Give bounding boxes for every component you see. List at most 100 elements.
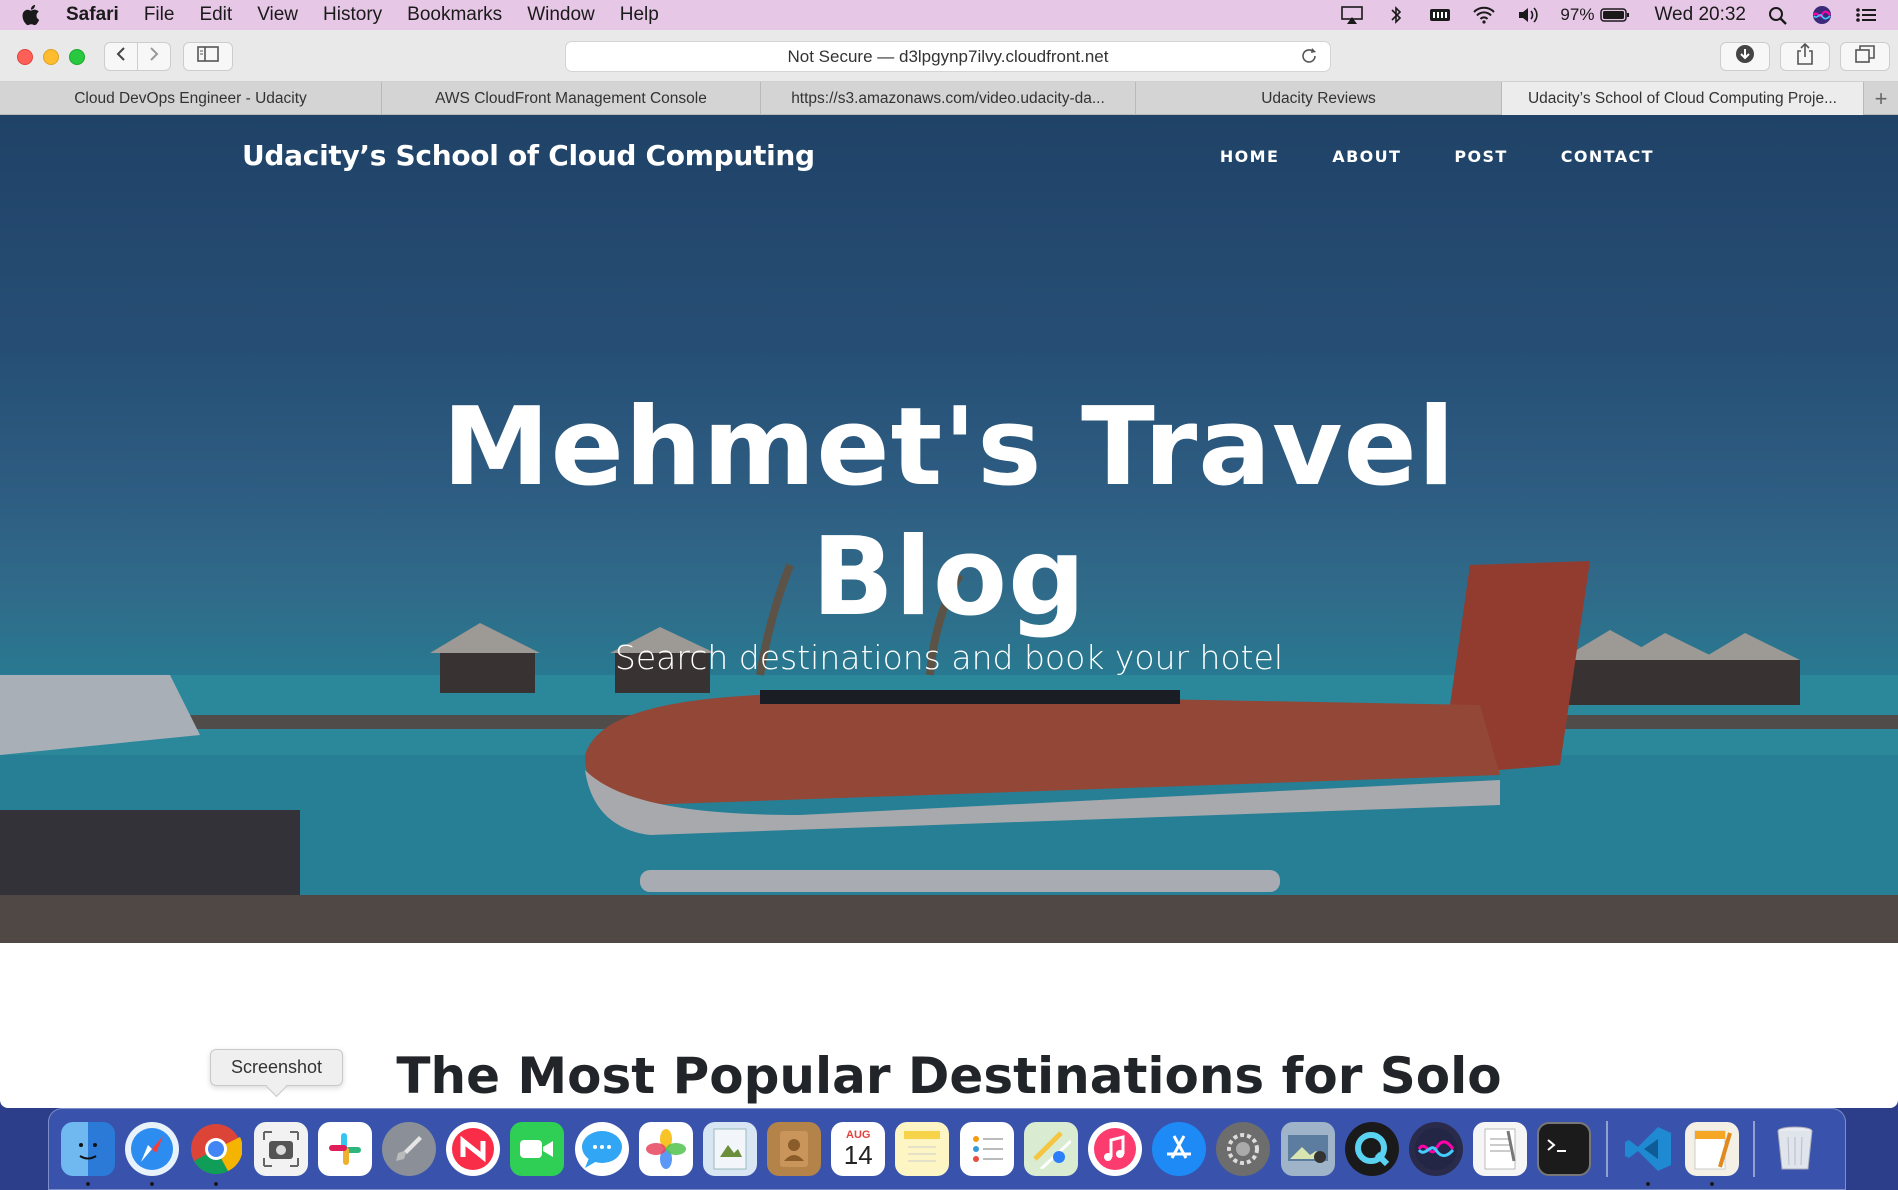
tab-overview-button[interactable] <box>1840 42 1890 71</box>
siri-icon[interactable] <box>1810 5 1834 25</box>
share-button[interactable] <box>1780 42 1830 71</box>
chrome-icon[interactable] <box>189 1122 243 1186</box>
reminders-icon[interactable] <box>959 1122 1014 1176</box>
menu-help[interactable]: Help <box>620 4 659 26</box>
calendar-day: 14 <box>843 1140 873 1170</box>
battery-icon[interactable] <box>1600 5 1630 25</box>
apple-icon[interactable] <box>22 4 42 26</box>
notification-center-icon[interactable] <box>1854 5 1878 25</box>
finder-icon[interactable] <box>61 1122 115 1186</box>
pages-icon[interactable] <box>1684 1122 1739 1186</box>
nav-post[interactable]: POST <box>1454 147 1507 166</box>
menu-history[interactable]: History <box>323 4 382 26</box>
tab-label: Udacity Reviews <box>1261 89 1376 107</box>
bluetooth-icon[interactable] <box>1384 5 1408 25</box>
news-icon[interactable] <box>446 1122 501 1176</box>
menu-clock[interactable]: Wed 20:32 <box>1654 4 1746 26</box>
wifi-icon[interactable] <box>1472 5 1496 25</box>
maps-icon[interactable] <box>1023 1122 1078 1176</box>
share-icon <box>1796 42 1814 71</box>
main-nav: HOME ABOUT POST CONTACT <box>1167 147 1654 166</box>
tabs-icon <box>1855 44 1875 69</box>
tab-label: Udacity’s School of Cloud Computing Proj… <box>1527 89 1837 107</box>
running-indicator <box>214 1182 219 1186</box>
textedit-icon[interactable] <box>1473 1122 1528 1176</box>
sidebar-toggle-button[interactable] <box>183 42 233 71</box>
close-window-button[interactable] <box>17 49 33 65</box>
running-indicator <box>86 1182 90 1186</box>
app-store-icon[interactable] <box>1152 1122 1207 1176</box>
dock-tooltip: Screenshot <box>210 1049 343 1086</box>
spotlight-search-icon[interactable] <box>1766 5 1790 25</box>
address-text: Not Secure — d3lpgynp7ilvy.cloudfront.ne… <box>787 46 1109 66</box>
menu-bar: Safari File Edit View History Bookmarks … <box>0 0 1898 30</box>
memory-icon[interactable] <box>1428 5 1452 25</box>
screenshot-icon[interactable] <box>253 1122 308 1176</box>
siri-dock-icon[interactable] <box>1408 1122 1463 1176</box>
airplay-icon[interactable] <box>1340 5 1364 25</box>
zoom-window-button[interactable] <box>69 49 85 65</box>
menu-view[interactable]: View <box>257 4 298 26</box>
system-preferences-icon[interactable] <box>1216 1122 1271 1176</box>
messages-icon[interactable] <box>574 1122 629 1176</box>
music-icon[interactable] <box>1088 1122 1142 1176</box>
tab-cloudfront-console[interactable]: AWS CloudFront Management Console <box>382 82 761 115</box>
tab-label: Cloud DevOps Engineer - Udacity <box>74 89 307 107</box>
hero-subtitle: Search destinations and book your hotel <box>614 638 1284 677</box>
image-capture-icon[interactable] <box>1280 1122 1335 1176</box>
dock: AUG 14 <box>48 1108 1846 1190</box>
hero-section: Udacity’s School of Cloud Computing HOME… <box>0 115 1898 943</box>
download-icon <box>1735 44 1755 70</box>
hero-title-line2: Blog <box>811 515 1087 640</box>
tab-bar: Cloud DevOps Engineer - Udacity AWS Clou… <box>0 82 1898 115</box>
volume-icon[interactable] <box>1516 5 1540 25</box>
browser-toolbar: Not Secure — d3lpgynp7ilvy.cloudfront.ne… <box>0 30 1898 82</box>
nav-contact[interactable]: CONTACT <box>1561 147 1654 166</box>
quicktime-icon[interactable] <box>1344 1122 1399 1176</box>
preview-icon[interactable] <box>702 1122 757 1176</box>
address-bar[interactable]: Not Secure — d3lpgynp7ilvy.cloudfront.ne… <box>565 41 1331 72</box>
vscode-icon[interactable] <box>1621 1122 1675 1186</box>
plus-icon: + <box>1874 85 1888 111</box>
safari-icon[interactable] <box>125 1122 180 1186</box>
new-tab-button[interactable]: + <box>1864 82 1898 115</box>
slack-icon[interactable] <box>317 1122 372 1176</box>
calendar-icon[interactable]: AUG 14 <box>831 1122 886 1176</box>
photos-icon[interactable] <box>638 1122 693 1176</box>
menu-file[interactable]: File <box>144 4 175 26</box>
menu-bookmarks[interactable]: Bookmarks <box>407 4 502 26</box>
dock-separator <box>1605 1121 1608 1177</box>
site-brand[interactable]: Udacity’s School of Cloud Computing <box>242 139 815 172</box>
tab-s3-video[interactable]: https://s3.amazonaws.com/video.udacity-d… <box>761 82 1136 115</box>
running-indicator <box>150 1182 155 1186</box>
minimize-window-button[interactable] <box>43 49 59 65</box>
back-button[interactable] <box>104 42 138 71</box>
battery-percent: 97% <box>1560 5 1595 24</box>
running-indicator <box>1709 1182 1714 1186</box>
running-indicator <box>1645 1182 1650 1186</box>
terminal-icon[interactable] <box>1537 1122 1592 1176</box>
reload-icon[interactable] <box>1300 47 1318 70</box>
forward-button[interactable] <box>137 42 171 71</box>
dock-separator <box>1752 1121 1755 1177</box>
tab-udacity-reviews[interactable]: Udacity Reviews <box>1136 82 1502 115</box>
tab-cloud-computing-project[interactable]: Udacity’s School of Cloud Computing Proj… <box>1502 82 1864 115</box>
chevron-left-icon <box>115 45 127 68</box>
launchpad-icon[interactable] <box>381 1122 436 1176</box>
chevron-right-icon <box>148 45 160 68</box>
nav-home[interactable]: HOME <box>1220 147 1279 166</box>
facetime-icon[interactable] <box>510 1122 565 1176</box>
menu-window[interactable]: Window <box>527 4 595 26</box>
menu-app-name[interactable]: Safari <box>66 4 119 26</box>
contacts-icon[interactable] <box>767 1122 822 1176</box>
web-page: Udacity’s School of Cloud Computing HOME… <box>0 115 1898 1108</box>
tab-cloud-devops[interactable]: Cloud DevOps Engineer - Udacity <box>0 82 382 115</box>
hero-title-line1: Mehmet's Travel <box>442 385 1456 510</box>
tab-label: https://s3.amazonaws.com/video.udacity-d… <box>791 89 1105 107</box>
notes-icon[interactable] <box>895 1122 950 1176</box>
menu-edit[interactable]: Edit <box>199 4 232 26</box>
nav-about[interactable]: ABOUT <box>1332 147 1401 166</box>
sidebar-icon <box>197 45 219 68</box>
downloads-button[interactable] <box>1720 42 1770 71</box>
trash-icon[interactable] <box>1768 1122 1822 1176</box>
